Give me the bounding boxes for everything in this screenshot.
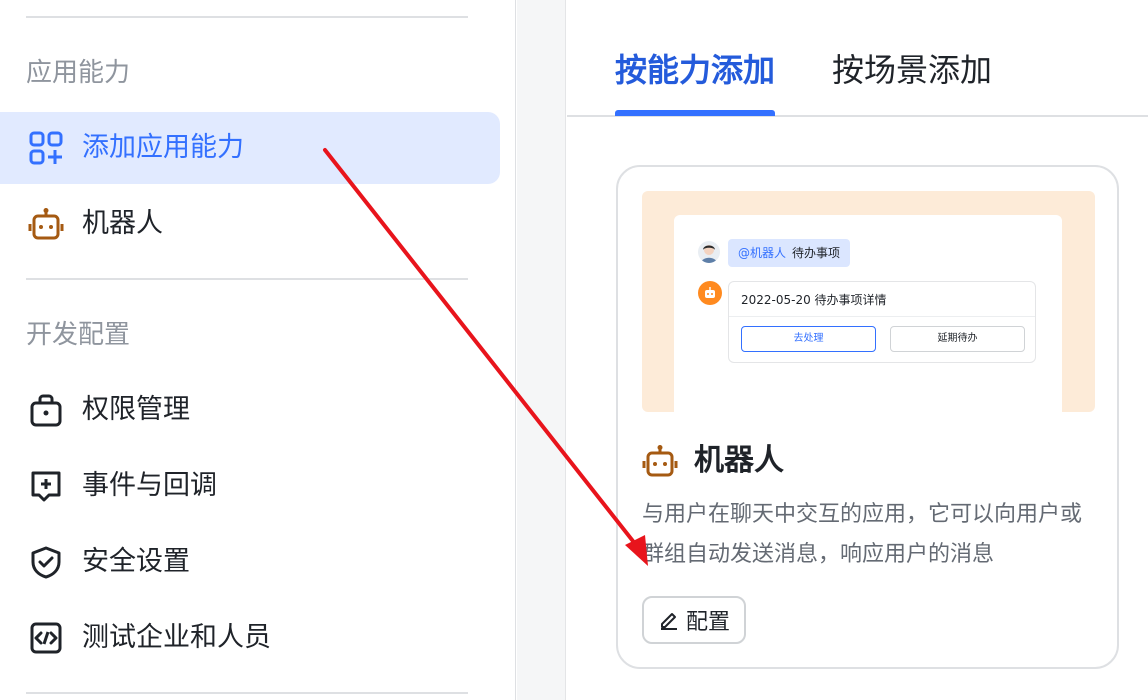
sidebar-item-label: 安全设置 [82,546,190,577]
card-title: 机器人 [694,443,784,478]
robot-icon [28,206,64,242]
user-avatar [698,241,720,263]
card-title-row: 机器人 [642,441,784,481]
sidebar-item-label: 事件与回调 [82,470,217,501]
bot-message-card: 2022-05-20 待办事项详情 去处理 延期待办 [728,281,1036,363]
lock-bag-icon [28,392,64,428]
robot-icon [642,443,678,479]
tab-bar: 按能力添加 按场景添加 [567,0,1148,117]
sidebar-item-label: 权限管理 [82,394,190,425]
sidebar-divider [26,278,468,280]
configure-button-label: 配置 [686,610,731,635]
tab-add-by-ability[interactable]: 按能力添加 [615,48,775,92]
message-title: 2022-05-20 待办事项详情 [741,293,887,307]
sidebar-item-test-enterprise[interactable]: 测试企业和人员 [0,602,500,674]
app-root: 应用能力 添加应用能力 机器人 开发配置 权限管理 事件与回调 安全设置 测试企… [0,0,1148,700]
configure-button[interactable]: 配置 [642,596,747,644]
section-title-dev-config: 开发配置 [26,320,131,350]
edit-pencil-icon [658,609,680,631]
apps-add-icon [28,130,64,166]
sidebar-item-add-app-ability[interactable]: 添加应用能力 [0,112,500,184]
card-description: 与用户在聊天中交互的应用，它可以向用户或群组自动发送消息，响应用户的消息 [642,502,1082,567]
sidebar-item-permissions[interactable]: 权限管理 [0,374,500,446]
mention-bubble: @机器人 待办事项 [728,239,851,267]
code-window-icon [28,620,64,656]
tab-add-by-scenario[interactable]: 按场景添加 [832,48,992,92]
sidebar-item-robot[interactable]: 机器人 [0,188,500,260]
ability-card-robot[interactable]: @机器人 待办事项 2022-05-20 待办事项详情 去处理 延期待办 机器人… [616,165,1119,669]
message-divider [729,316,1035,317]
sidebar-item-label: 添加应用能力 [82,132,244,163]
section-title-app-abilities: 应用能力 [26,58,131,88]
card-preview-image: @机器人 待办事项 2022-05-20 待办事项详情 去处理 延期待办 [642,191,1095,412]
sidebar-item-security[interactable]: 安全设置 [0,526,500,598]
shield-check-icon [28,544,64,580]
sidebar-item-label: 测试企业和人员 [82,622,271,653]
mention-at-bot: @机器人 [738,246,787,260]
sidebar-divider [26,16,468,18]
preview-handle-button: 去处理 [741,326,876,352]
sidebar: 应用能力 添加应用能力 机器人 开发配置 权限管理 事件与回调 安全设置 测试企… [0,0,516,700]
event-icon [28,468,64,504]
sidebar-item-label: 机器人 [82,208,163,239]
mention-text: 待办事项 [792,246,841,260]
sidebar-item-events-callbacks[interactable]: 事件与回调 [0,450,500,522]
active-tab-indicator [615,110,775,116]
preview-chat-window: @机器人 待办事项 2022-05-20 待办事项详情 去处理 延期待办 [674,215,1062,412]
bot-avatar [698,281,722,305]
sidebar-divider [26,692,468,694]
main-panel: 按能力添加 按场景添加 @机器人 待办事项 2022-05-20 待办事项详情 … [567,0,1148,700]
layout-gutter [517,0,566,700]
preview-postpone-button: 延期待办 [890,326,1025,352]
